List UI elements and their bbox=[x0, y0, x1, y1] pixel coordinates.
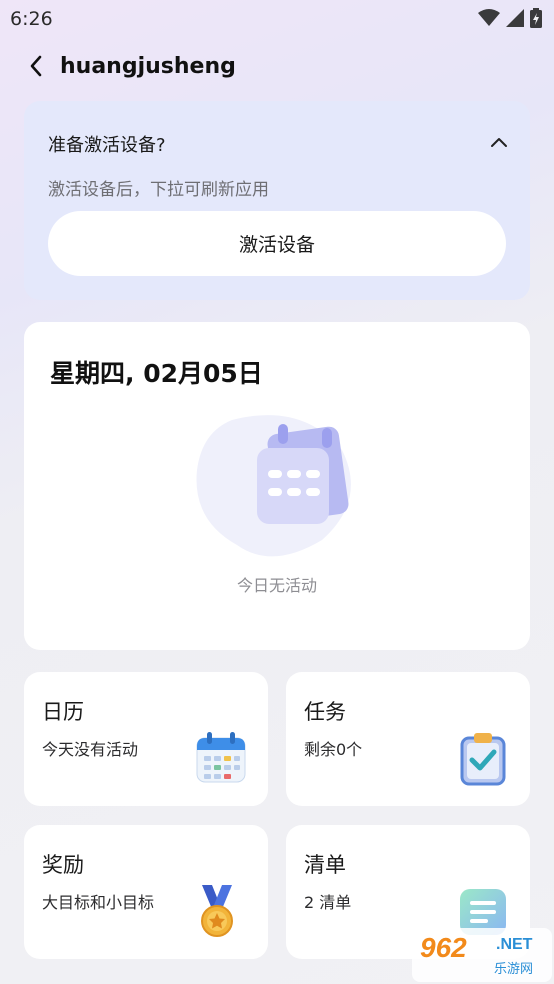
tile-title: 奖励 bbox=[42, 853, 84, 877]
watermark-suffix: .NET bbox=[496, 936, 533, 953]
battery-charging-icon bbox=[530, 8, 542, 28]
calendar-tile[interactable]: 日历 今天没有活动 bbox=[24, 672, 268, 806]
status-time: 6:26 bbox=[10, 8, 53, 30]
today-card: 星期四, 02月05日 今日无活动 bbox=[24, 322, 530, 650]
chevron-left-icon bbox=[30, 55, 42, 77]
tile-subtitle: 大目标和小目标 bbox=[42, 893, 155, 912]
activate-device-card: 准备激活设备? 激活设备后，下拉可刷新应用 激活设备 bbox=[24, 101, 530, 300]
tile-subtitle: 剩余0个 bbox=[304, 740, 363, 759]
activate-subtitle: 激活设备后，下拉可刷新应用 bbox=[48, 180, 269, 200]
header: huangjusheng bbox=[0, 48, 554, 86]
tile-subtitle: 今天没有活动 bbox=[42, 740, 139, 759]
watermark-brand: 962 bbox=[420, 932, 467, 963]
date-title: 星期四, 02月05日 bbox=[50, 359, 263, 388]
empty-activity-text: 今日无活动 bbox=[236, 576, 317, 595]
wifi-icon bbox=[478, 9, 500, 26]
calendar-icon bbox=[196, 732, 246, 783]
medal-icon bbox=[201, 885, 233, 937]
page-title: huangjusheng bbox=[60, 54, 236, 79]
tile-title: 清单 bbox=[304, 853, 346, 877]
empty-calendar-illustration bbox=[196, 415, 351, 557]
clipboard-check-icon bbox=[460, 733, 506, 786]
watermark-sub: 乐游网 bbox=[494, 962, 534, 977]
watermark-logo: 962 .NET 乐游网 bbox=[412, 928, 552, 982]
back-button[interactable] bbox=[22, 52, 50, 80]
activate-title: 准备激活设备? bbox=[48, 135, 166, 156]
signal-icon bbox=[506, 9, 524, 27]
tasks-tile[interactable]: 任务 剩余0个 bbox=[286, 672, 530, 806]
chevron-up-icon bbox=[491, 138, 507, 147]
status-bar: 6:26 bbox=[0, 0, 554, 40]
collapse-button[interactable] bbox=[488, 131, 510, 153]
rewards-tile[interactable]: 奖励 大目标和小目标 bbox=[24, 825, 268, 959]
tile-title: 任务 bbox=[304, 700, 346, 724]
status-icons bbox=[478, 8, 542, 28]
tile-subtitle: 2 清单 bbox=[304, 893, 352, 912]
activate-device-button[interactable]: 激活设备 bbox=[48, 211, 506, 276]
tile-title: 日历 bbox=[42, 700, 84, 724]
